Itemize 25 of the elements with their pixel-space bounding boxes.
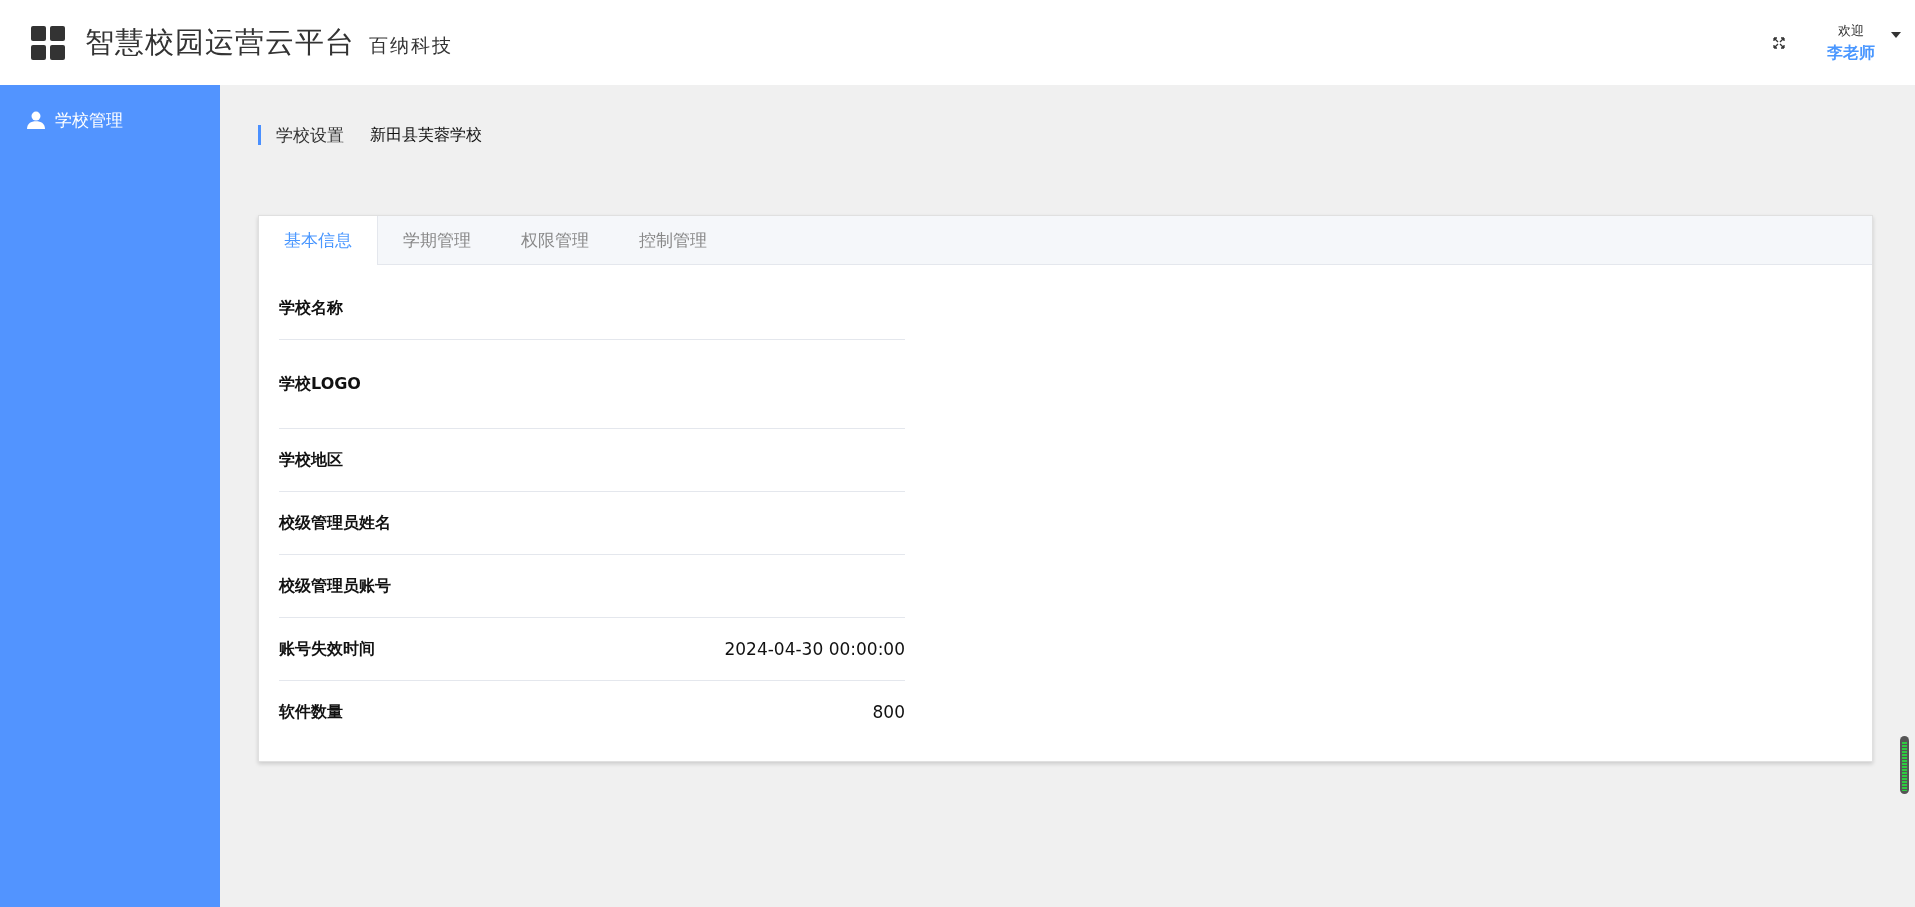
section-title: 学校设置 (276, 123, 344, 147)
fullscreen-icon[interactable] (1773, 36, 1785, 49)
field-label: 学校地区 (279, 449, 343, 471)
field-label: 软件数量 (279, 701, 343, 723)
field-label: 账号失效时间 (279, 638, 375, 660)
field-label: 学校名称 (279, 297, 343, 319)
person-icon (27, 111, 45, 129)
tab[interactable]: 权限管理 (496, 216, 614, 265)
field-label: 学校LOGO (279, 373, 361, 395)
field-label: 校级管理员姓名 (279, 512, 391, 534)
school-name: 新田县芙蓉学校 (370, 124, 482, 146)
tab[interactable]: 学期管理 (378, 216, 496, 265)
greeting-text: 欢迎 (1838, 21, 1864, 40)
field-value: 800 (872, 702, 905, 722)
meter-widget (1900, 736, 1909, 794)
sidebar-item[interactable]: 学校管理 (0, 107, 220, 133)
grid-logo-icon (31, 25, 65, 60)
user-name[interactable]: 李老师 (1827, 42, 1875, 64)
tab[interactable]: 基本信息 (259, 216, 378, 265)
field-label: 校级管理员账号 (279, 575, 391, 597)
field-value: 2024-04-30 00:00:00 (724, 639, 905, 659)
caret-icon[interactable] (1891, 31, 1901, 38)
app-title: 智慧校园运营云平台 (85, 23, 355, 61)
company-name: 百纳科技 (369, 32, 453, 58)
tab[interactable]: 控制管理 (614, 216, 732, 265)
